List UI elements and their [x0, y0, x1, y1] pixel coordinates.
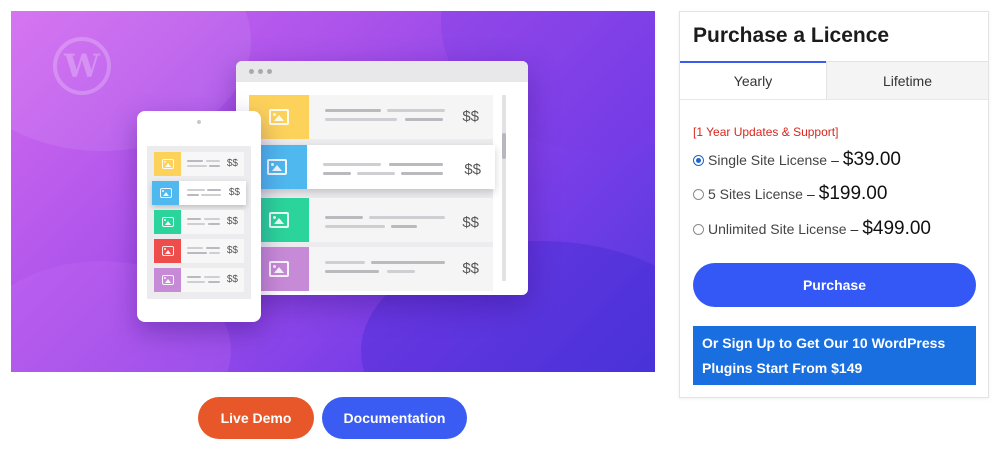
item-price: $$ [462, 214, 479, 231]
list-item: $$ [249, 198, 493, 242]
image-icon [159, 188, 172, 198]
option-dash: – [850, 221, 859, 237]
option-price: $199.00 [818, 183, 888, 204]
list-item: $$ [249, 247, 493, 291]
mock-scrollbar [502, 95, 506, 281]
wordpress-logo-icon: W [53, 37, 111, 95]
item-price: $$ [462, 108, 479, 125]
item-price: $$ [228, 187, 240, 198]
list-item: $$ [249, 95, 493, 139]
panel-title: Purchase a Licence [693, 24, 890, 47]
radio-button[interactable] [693, 154, 704, 166]
image-icon [161, 275, 174, 285]
window-dot [249, 69, 254, 74]
tablet-list: $$ $$ $$ $$ $$ [147, 146, 251, 299]
image-icon [269, 212, 289, 228]
hero-image: W $$ $$ $$ $$ $$ $$ $$ $$ $$ [11, 11, 655, 372]
documentation-button[interactable]: Documentation [322, 397, 467, 439]
license-tabs: Yearly Lifetime [680, 61, 988, 100]
desktop-list: $$ $$ $$ $$ [247, 95, 495, 291]
mock-scrollbar-thumb [502, 133, 506, 159]
tab-lifetime[interactable]: Lifetime [826, 62, 988, 100]
image-thumbnail [154, 152, 181, 176]
list-item: $$ [152, 181, 246, 205]
list-item: $$ [154, 268, 244, 292]
tablet-mockup: $$ $$ $$ $$ $$ [137, 111, 261, 322]
image-icon [161, 246, 174, 256]
item-price: $$ [464, 161, 481, 178]
tablet-camera [197, 120, 201, 124]
image-icon [267, 159, 287, 175]
option-label: 5 Sites License [708, 186, 803, 202]
list-item: $$ [154, 239, 244, 263]
option-price: $499.00 [862, 218, 931, 239]
signup-line: Or Sign Up to Get Our 10 WordPress [702, 335, 946, 351]
image-thumbnail [154, 268, 181, 292]
list-item: $$ [154, 152, 244, 176]
option-dash: – [831, 152, 839, 168]
item-price: $$ [226, 216, 238, 227]
tab-yearly[interactable]: Yearly [680, 61, 826, 99]
option-single-site[interactable]: Single Site License – $39.00 [693, 149, 901, 171]
window-dot [267, 69, 272, 74]
live-demo-button[interactable]: Live Demo [198, 397, 314, 439]
signup-line: Plugins Start From $149 [702, 360, 863, 376]
item-price: $$ [226, 245, 238, 256]
signup-promo-link[interactable]: Or Sign Up to Get Our 10 WordPress Plugi… [693, 326, 976, 385]
image-icon [161, 217, 174, 227]
purchase-button[interactable]: Purchase [693, 263, 976, 307]
item-price: $$ [462, 260, 479, 277]
option-price: $39.00 [842, 149, 901, 170]
item-price: $$ [226, 158, 238, 169]
option-dash: – [806, 186, 815, 202]
image-icon [269, 109, 289, 125]
tabs-divider [680, 99, 988, 100]
window-titlebar [236, 61, 528, 82]
updates-note: [1 Year Updates & Support] [693, 125, 839, 139]
purchase-panel: Purchase a Licence Yearly Lifetime [1 Ye… [679, 11, 989, 398]
image-icon [161, 159, 174, 169]
image-thumbnail [154, 239, 181, 263]
option-label: Single Site License [708, 152, 828, 168]
list-item: $$ [247, 145, 495, 189]
option-label: Unlimited Site License [708, 221, 847, 237]
image-thumbnail [152, 181, 179, 205]
option-5-sites[interactable]: 5 Sites License – $199.00 [693, 183, 887, 205]
window-dot [258, 69, 263, 74]
list-item: $$ [154, 210, 244, 234]
option-unlimited-site[interactable]: Unlimited Site License – $499.00 [693, 218, 931, 240]
desktop-mockup: $$ $$ $$ $$ [236, 61, 528, 295]
image-thumbnail [154, 210, 181, 234]
item-price: $$ [226, 274, 238, 285]
radio-button[interactable] [693, 223, 704, 235]
radio-button[interactable] [693, 188, 704, 200]
image-icon [269, 261, 289, 277]
